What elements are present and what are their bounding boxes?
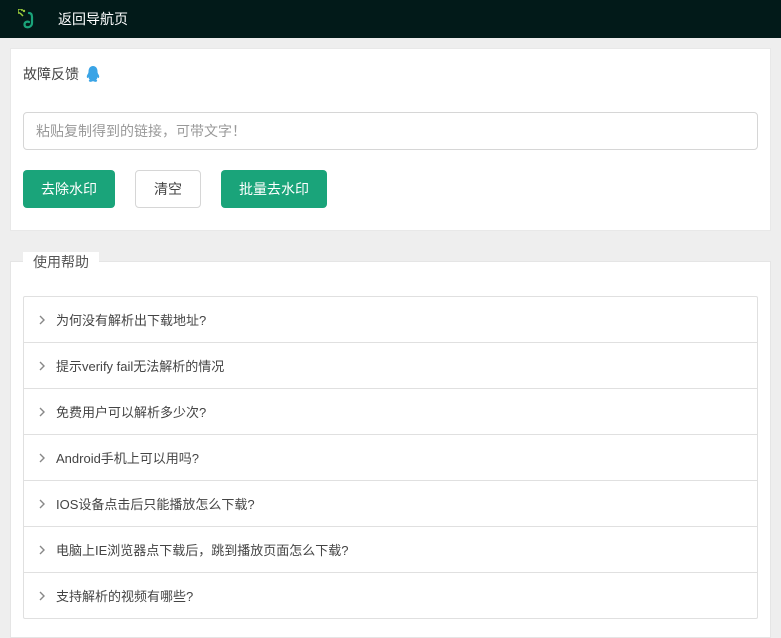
faq-item[interactable]: 支持解析的视频有哪些?	[24, 572, 757, 618]
feedback-link[interactable]: 故障反馈	[23, 64, 758, 84]
main-panel: 故障反馈 去除水印 清空 批量去水印	[10, 48, 771, 231]
feedback-label: 故障反馈	[23, 64, 79, 84]
chevron-right-icon	[38, 407, 46, 417]
back-nav-link[interactable]: 返回导航页	[58, 9, 128, 29]
faq-item[interactable]: 为何没有解析出下载地址?	[24, 297, 757, 342]
chevron-right-icon	[38, 453, 46, 463]
faq-item-label: 免费用户可以解析多少次?	[56, 402, 206, 421]
faq-list: 为何没有解析出下载地址? 提示verify fail无法解析的情况 免费用户可以…	[23, 296, 758, 619]
chevron-right-icon	[38, 545, 46, 555]
chevron-right-icon	[38, 499, 46, 509]
faq-item-label: 支持解析的视频有哪些?	[56, 586, 193, 605]
faq-item-label: 提示verify fail无法解析的情况	[56, 356, 224, 375]
batch-remove-button[interactable]: 批量去水印	[221, 170, 327, 208]
url-input[interactable]	[23, 112, 758, 150]
qq-penguin-icon	[85, 65, 101, 83]
topbar: 返回导航页	[0, 0, 781, 38]
faq-item[interactable]: 免费用户可以解析多少次?	[24, 388, 757, 434]
faq-item-label: 为何没有解析出下载地址?	[56, 310, 206, 329]
faq-item[interactable]: 电脑上IE浏览器点下载后，跳到播放页面怎么下载?	[24, 526, 757, 572]
faq-item-label: Android手机上可以用吗?	[56, 448, 199, 467]
faq-item[interactable]: 提示verify fail无法解析的情况	[24, 342, 757, 388]
chevron-right-icon	[38, 361, 46, 371]
faq-item-label: IOS设备点击后只能播放怎么下载?	[56, 494, 255, 513]
faq-item[interactable]: Android手机上可以用吗?	[24, 434, 757, 480]
help-panel: 使用帮助 为何没有解析出下载地址? 提示verify fail无法解析的情况 免…	[10, 261, 771, 638]
button-row: 去除水印 清空 批量去水印	[23, 170, 758, 208]
chevron-right-icon	[38, 591, 46, 601]
remove-watermark-button[interactable]: 去除水印	[23, 170, 115, 208]
clear-button[interactable]: 清空	[135, 170, 201, 208]
faq-item-label: 电脑上IE浏览器点下载后，跳到播放页面怎么下载?	[56, 540, 349, 559]
chevron-right-icon	[38, 315, 46, 325]
faq-item[interactable]: IOS设备点击后只能播放怎么下载?	[24, 480, 757, 526]
help-title: 使用帮助	[23, 252, 99, 272]
app-logo-icon	[18, 9, 36, 29]
